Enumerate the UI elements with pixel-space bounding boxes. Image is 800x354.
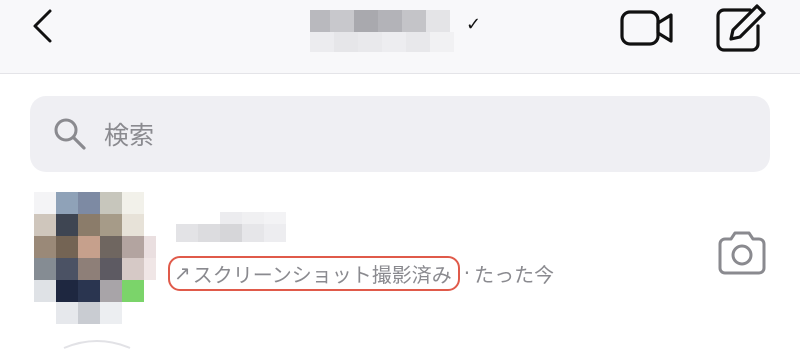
thread-row[interactable]: ↗ スクリーンショット撮影済み · たった今	[0, 188, 800, 343]
camera-icon[interactable]	[716, 230, 768, 276]
separator-dot: ·	[463, 261, 471, 285]
chevron-left-icon[interactable]	[30, 8, 56, 44]
screenshot-notice-label: スクリーンショット撮影済み	[192, 262, 452, 287]
screenshot-notice-highlight: ↗ スクリーンショット撮影済み	[168, 255, 460, 291]
video-camera-icon[interactable]	[620, 8, 674, 48]
avatar-blurred[interactable]	[34, 192, 156, 328]
search-bar[interactable]	[30, 96, 770, 172]
arrow-up-right-icon: ↗	[174, 261, 191, 285]
verified-check: ✓	[466, 14, 482, 35]
compose-icon[interactable]	[716, 4, 766, 52]
username-title-blurred[interactable]	[310, 10, 470, 58]
next-avatar-edge	[63, 340, 131, 349]
search-input[interactable]	[102, 112, 746, 158]
header-bar: ✓	[0, 0, 800, 74]
search-icon	[54, 118, 86, 150]
thread-preview: ↗ スクリーンショット撮影済み · たった今	[168, 255, 555, 291]
thread-name-blurred	[176, 212, 286, 242]
timestamp: たった今	[474, 262, 555, 287]
